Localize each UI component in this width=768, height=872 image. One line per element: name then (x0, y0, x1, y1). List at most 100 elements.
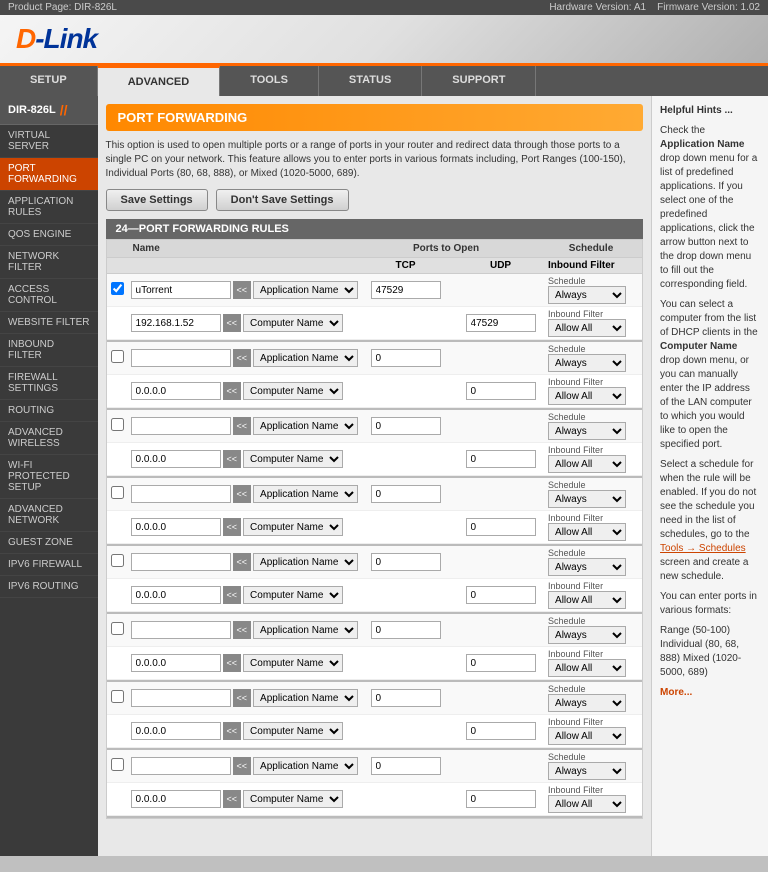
computer-name-select-3[interactable]: Computer Name (243, 518, 343, 536)
rule-udp-input-7[interactable] (466, 790, 536, 808)
sidebar-item-website-filter[interactable]: WEBSITE FILTER (0, 312, 98, 334)
rule-name-input-3[interactable] (131, 485, 231, 503)
sidebar-item-guest-zone[interactable]: GUEST ZONE (0, 532, 98, 554)
rule-ip-input-4[interactable] (131, 586, 221, 604)
rule-ip-input-3[interactable] (131, 518, 221, 536)
inbound-select-7[interactable]: Allow AllBlock All (548, 795, 626, 813)
computer-name-select-0[interactable]: Computer Name (243, 314, 343, 332)
rule-checkbox-0[interactable] (111, 282, 124, 295)
app-name-select-6[interactable]: Application Name (253, 689, 358, 707)
computer-name-arrow-btn-7[interactable]: << (223, 790, 242, 808)
inbound-select-5[interactable]: Allow AllBlock All (548, 659, 626, 677)
rule-tcp-input-4[interactable] (371, 553, 441, 571)
rule-checkbox-6[interactable] (111, 690, 124, 703)
app-name-select-7[interactable]: Application Name (253, 757, 358, 775)
computer-name-arrow-btn-5[interactable]: << (223, 654, 242, 672)
sidebar-item-routing[interactable]: ROUTING (0, 400, 98, 422)
computer-name-arrow-btn-1[interactable]: << (223, 382, 242, 400)
rule-name-input-6[interactable] (131, 689, 231, 707)
app-name-select-1[interactable]: Application Name (253, 349, 358, 367)
schedule-select-6[interactable]: AlwaysNever (548, 694, 626, 712)
tab-support[interactable]: SUPPORT (422, 66, 536, 96)
rule-name-input-2[interactable] (131, 417, 231, 435)
schedule-select-1[interactable]: AlwaysNever (548, 354, 626, 372)
rule-ip-input-2[interactable] (131, 450, 221, 468)
sidebar-item-virtual-server[interactable]: VIRTUAL SERVER (0, 125, 98, 158)
rule-udp-input-2[interactable] (466, 450, 536, 468)
app-name-arrow-btn-7[interactable]: << (233, 757, 252, 775)
computer-name-arrow-btn-4[interactable]: << (223, 586, 242, 604)
rule-checkbox-3[interactable] (111, 486, 124, 499)
rule-ip-input-5[interactable] (131, 654, 221, 672)
rule-checkbox-7[interactable] (111, 758, 124, 771)
rule-ip-input-1[interactable] (131, 382, 221, 400)
rule-ip-input-7[interactable] (131, 790, 221, 808)
inbound-select-2[interactable]: Allow AllBlock All (548, 455, 626, 473)
rule-udp-input-5[interactable] (466, 654, 536, 672)
tab-setup[interactable]: SETUP (0, 66, 98, 96)
app-name-select-0[interactable]: Application Name (253, 281, 358, 299)
rule-ip-input-0[interactable] (131, 314, 221, 332)
computer-name-arrow-btn-6[interactable]: << (223, 722, 242, 740)
rule-checkbox-2[interactable] (111, 418, 124, 431)
tab-advanced[interactable]: ADVANCED (98, 66, 221, 96)
rule-udp-input-4[interactable] (466, 586, 536, 604)
rule-name-input-5[interactable] (131, 621, 231, 639)
rule-tcp-input-1[interactable] (371, 349, 441, 367)
tab-status[interactable]: STATUS (319, 66, 422, 96)
sidebar-item-inbound-filter[interactable]: INBOUND FILTER (0, 334, 98, 367)
inbound-select-0[interactable]: Allow AllBlock All (548, 319, 626, 337)
app-name-arrow-btn-5[interactable]: << (233, 621, 252, 639)
inbound-select-4[interactable]: Allow AllBlock All (548, 591, 626, 609)
inbound-select-6[interactable]: Allow AllBlock All (548, 727, 626, 745)
app-name-arrow-btn-1[interactable]: << (233, 349, 252, 367)
schedule-select-4[interactable]: AlwaysNever (548, 558, 626, 576)
computer-name-select-6[interactable]: Computer Name (243, 722, 343, 740)
schedule-select-5[interactable]: AlwaysNever (548, 626, 626, 644)
computer-name-arrow-btn-2[interactable]: << (223, 450, 242, 468)
sidebar-item-qos-engine[interactable]: QOS ENGINE (0, 224, 98, 246)
sidebar-item-access-control[interactable]: ACCESS CONTROL (0, 279, 98, 312)
rule-name-input-7[interactable] (131, 757, 231, 775)
rule-tcp-input-2[interactable] (371, 417, 441, 435)
rule-tcp-input-7[interactable] (371, 757, 441, 775)
rule-name-input-0[interactable] (131, 281, 231, 299)
rule-checkbox-5[interactable] (111, 622, 124, 635)
app-name-arrow-btn-6[interactable]: << (233, 689, 252, 707)
tab-tools[interactable]: TOOLS (220, 66, 319, 96)
computer-name-select-4[interactable]: Computer Name (243, 586, 343, 604)
dont-save-settings-button[interactable]: Don't Save Settings (216, 189, 349, 211)
rule-tcp-input-6[interactable] (371, 689, 441, 707)
save-settings-button[interactable]: Save Settings (106, 189, 208, 211)
inbound-select-1[interactable]: Allow AllBlock All (548, 387, 626, 405)
app-name-select-5[interactable]: Application Name (253, 621, 358, 639)
computer-name-arrow-btn-0[interactable]: << (223, 314, 242, 332)
schedule-select-2[interactable]: AlwaysNever (548, 422, 626, 440)
sidebar-item-advanced-wireless[interactable]: ADVANCED WIRELESS (0, 422, 98, 455)
app-name-select-3[interactable]: Application Name (253, 485, 358, 503)
rule-checkbox-1[interactable] (111, 350, 124, 363)
rule-udp-input-0[interactable] (466, 314, 536, 332)
sidebar-item-ipv6-firewall[interactable]: IPV6 FIREWALL (0, 554, 98, 576)
rule-checkbox-4[interactable] (111, 554, 124, 567)
tools-schedules-link[interactable]: Tools → Schedules (660, 543, 746, 554)
rule-name-input-4[interactable] (131, 553, 231, 571)
computer-name-select-7[interactable]: Computer Name (243, 790, 343, 808)
rule-tcp-input-3[interactable] (371, 485, 441, 503)
schedule-select-0[interactable]: AlwaysNever (548, 286, 626, 304)
app-name-select-2[interactable]: Application Name (253, 417, 358, 435)
app-name-arrow-btn-2[interactable]: << (233, 417, 252, 435)
sidebar-item-network-filter[interactable]: NETWORK FILTER (0, 246, 98, 279)
rule-udp-input-6[interactable] (466, 722, 536, 740)
inbound-select-3[interactable]: Allow AllBlock All (548, 523, 626, 541)
schedule-select-3[interactable]: AlwaysNever (548, 490, 626, 508)
rule-udp-input-1[interactable] (466, 382, 536, 400)
rule-tcp-input-5[interactable] (371, 621, 441, 639)
computer-name-select-2[interactable]: Computer Name (243, 450, 343, 468)
app-name-arrow-btn-0[interactable]: << (233, 281, 252, 299)
rule-tcp-input-0[interactable] (371, 281, 441, 299)
sidebar-item-port-forwarding[interactable]: PORT FORWARDING (0, 158, 98, 191)
computer-name-select-1[interactable]: Computer Name (243, 382, 343, 400)
more-link[interactable]: More... (660, 687, 692, 698)
app-name-select-4[interactable]: Application Name (253, 553, 358, 571)
